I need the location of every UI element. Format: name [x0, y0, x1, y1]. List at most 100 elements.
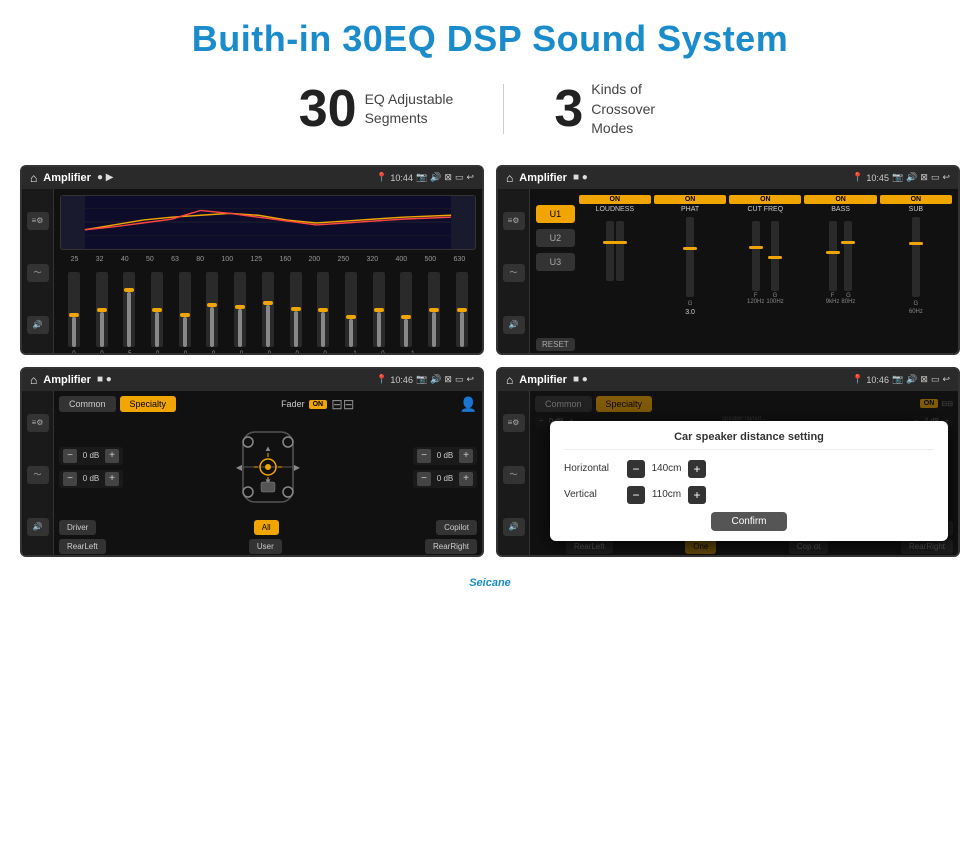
- fader-screen: ⌂ Amplifier ■ ● 📍10:46📷🔊⊠▭↩ ≡⚙ 〜 🔊 Commo…: [20, 367, 484, 557]
- watermark: Seicane: [0, 573, 980, 597]
- speaker-fr-minus[interactable]: −: [417, 449, 431, 463]
- loudness-on[interactable]: ON: [579, 195, 651, 204]
- stat-eq-desc: EQ AdjustableSegments: [365, 90, 454, 129]
- cutfreq-slider-g[interactable]: [771, 221, 779, 291]
- eq-slider-9[interactable]: [290, 272, 302, 347]
- tab-specialty[interactable]: Specialty: [120, 396, 177, 412]
- vertical-minus[interactable]: −: [627, 486, 645, 504]
- rearright-btn[interactable]: RearRight: [425, 539, 477, 554]
- bass-slider-g[interactable]: [844, 221, 852, 291]
- u2-button[interactable]: U2: [536, 229, 575, 247]
- speaker-rr-control: − 0 dB +: [413, 470, 477, 488]
- distance-sidebar-btn-2[interactable]: 〜: [503, 466, 525, 484]
- phat-slider[interactable]: [686, 217, 694, 297]
- eq-sidebar-btn-3[interactable]: 🔊: [27, 316, 49, 334]
- eq-slider-14[interactable]: [428, 272, 440, 347]
- user-btn[interactable]: User: [249, 539, 282, 554]
- distance-content: Common Specialty ON ⊟⊟ −0 dB+ speaker la…: [530, 391, 958, 557]
- fader-slider-icon[interactable]: ⊟⊟: [331, 396, 354, 413]
- vertical-plus[interactable]: +: [688, 486, 706, 504]
- home-icon[interactable]: ⌂: [30, 171, 37, 185]
- eq-slider-15[interactable]: [456, 272, 468, 347]
- eq-sidebar-btn-2[interactable]: 〜: [27, 264, 49, 282]
- eq-slider-10[interactable]: [317, 272, 329, 347]
- u1-button[interactable]: U1: [536, 205, 575, 223]
- all-btn[interactable]: All: [254, 520, 279, 535]
- bass-on[interactable]: ON: [804, 195, 876, 204]
- sub-slider[interactable]: [912, 217, 920, 297]
- eq-sidebar-btn-1[interactable]: ≡⚙: [27, 212, 49, 230]
- crossover-title: Amplifier: [519, 172, 567, 184]
- loudness-slider-l[interactable]: [606, 221, 614, 281]
- cutfreq-slider-f[interactable]: [752, 221, 760, 291]
- sub-freq: G: [914, 301, 919, 307]
- fader-body: ≡⚙ 〜 🔊 Common Specialty Fader ON ⊟⊟ 👤: [22, 391, 482, 557]
- eq-slider-1[interactable]: [68, 272, 80, 347]
- speaker-rr-plus[interactable]: +: [459, 472, 473, 486]
- eq-slider-8[interactable]: [262, 272, 274, 347]
- fader-tabs: Common Specialty Fader ON ⊟⊟ 👤: [59, 396, 477, 413]
- u3-button[interactable]: U3: [536, 253, 575, 271]
- crossover-sidebar: ≡⚙ 〜 🔊: [498, 189, 530, 355]
- speaker-fl-plus[interactable]: +: [105, 449, 119, 463]
- loudness-slider-r[interactable]: [616, 221, 624, 281]
- copilot-btn[interactable]: Copilot: [436, 520, 477, 535]
- eq-slider-11[interactable]: [345, 272, 357, 347]
- fader-text: Fader: [281, 399, 305, 409]
- eq-body: ≡⚙ 〜 🔊: [22, 189, 482, 355]
- driver-btn[interactable]: Driver: [59, 520, 96, 535]
- fader-sidebar-btn-2[interactable]: 〜: [27, 466, 49, 484]
- distance-sidebar-btn-3[interactable]: 🔊: [503, 518, 525, 536]
- distance-body: ≡⚙ 〜 🔊 Common Specialty ON ⊟⊟ −0 dB+ s: [498, 391, 958, 557]
- speaker-rr-minus[interactable]: −: [417, 472, 431, 486]
- fader-home-icon[interactable]: ⌂: [30, 373, 37, 387]
- speaker-fr-plus[interactable]: +: [459, 449, 473, 463]
- phat-on[interactable]: ON: [654, 195, 726, 204]
- speaker-rl-plus[interactable]: +: [105, 472, 119, 486]
- fader-user-icon[interactable]: 👤: [460, 396, 477, 413]
- stat-crossover: 3 Kinds ofCrossover Modes: [504, 80, 731, 139]
- crossover-sidebar-btn-2[interactable]: 〜: [503, 264, 525, 282]
- horizontal-minus[interactable]: −: [627, 460, 645, 478]
- distance-topbar: ⌂ Amplifier ■ ● 📍10:46📷🔊⊠▭↩: [498, 369, 958, 391]
- confirm-button[interactable]: Confirm: [711, 512, 786, 531]
- sub-on[interactable]: ON: [880, 195, 952, 204]
- eq-dots: ● ▶: [97, 172, 114, 183]
- eq-slider-7[interactable]: [234, 272, 246, 347]
- distance-dialog: Car speaker distance setting Horizontal …: [550, 421, 948, 541]
- distance-status-icons: 📍10:46📷🔊⊠▭↩: [852, 374, 950, 385]
- eq-slider-5[interactable]: [179, 272, 191, 347]
- bass-channel: ON BASS F 9kHz G: [804, 195, 876, 351]
- fader-sidebar-btn-1[interactable]: ≡⚙: [27, 414, 49, 432]
- crossover-reset-btn[interactable]: RESET: [536, 338, 575, 351]
- distance-on-badge: ON: [920, 399, 939, 408]
- screens-grid: ⌂ Amplifier ● ▶ 📍10:44📷🔊⊠▭↩ ≡⚙ 〜 🔊: [0, 157, 980, 573]
- horizontal-plus[interactable]: +: [688, 460, 706, 478]
- crossover-body: ≡⚙ 〜 🔊 U1 U2 U3 RESET: [498, 189, 958, 355]
- bass-slider-f[interactable]: [829, 221, 837, 291]
- distance-all-btn: One: [685, 539, 716, 554]
- eq-slider-4[interactable]: [151, 272, 163, 347]
- eq-slider-12[interactable]: [373, 272, 385, 347]
- speaker-rl-minus[interactable]: −: [63, 472, 77, 486]
- horizontal-row: Horizontal − 140cm +: [564, 460, 934, 478]
- rearleft-btn[interactable]: RearLeft: [59, 539, 106, 554]
- crossover-sidebar-btn-3[interactable]: 🔊: [503, 316, 525, 334]
- cutfreq-channel: ON CUT FREQ F 120Hz G: [729, 195, 801, 351]
- horizontal-label: Horizontal: [564, 463, 619, 474]
- distance-sidebar-btn-1[interactable]: ≡⚙: [503, 414, 525, 432]
- distance-screen: ⌂ Amplifier ■ ● 📍10:46📷🔊⊠▭↩ ≡⚙ 〜 🔊 Commo…: [496, 367, 960, 557]
- distance-home-icon[interactable]: ⌂: [506, 373, 513, 387]
- eq-slider-13[interactable]: [400, 272, 412, 347]
- distance-rearright-btn: RearRight: [901, 539, 953, 554]
- eq-slider-6[interactable]: [206, 272, 218, 347]
- cutfreq-on[interactable]: ON: [729, 195, 801, 204]
- tab-common[interactable]: Common: [59, 396, 116, 412]
- speaker-fl-control: − 0 dB +: [59, 447, 123, 465]
- eq-slider-2[interactable]: [96, 272, 108, 347]
- crossover-home-icon[interactable]: ⌂: [506, 171, 513, 185]
- eq-slider-3[interactable]: [123, 272, 135, 347]
- crossover-sidebar-btn-1[interactable]: ≡⚙: [503, 212, 525, 230]
- fader-sidebar-btn-3[interactable]: 🔊: [27, 518, 49, 536]
- speaker-fl-minus[interactable]: −: [63, 449, 77, 463]
